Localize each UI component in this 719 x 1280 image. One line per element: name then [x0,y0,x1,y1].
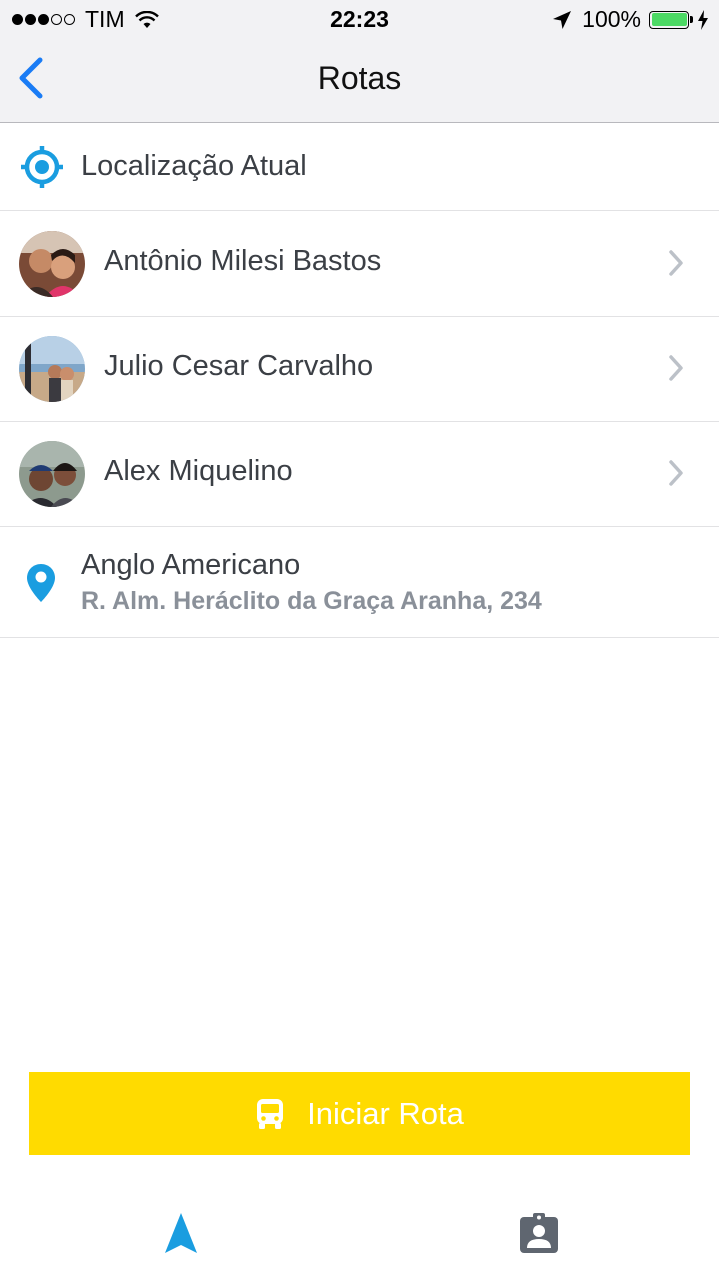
tab-bar [0,1180,719,1280]
start-route-label: Iniciar Rota [307,1095,464,1131]
current-location-label: Localização Atual [81,150,307,182]
passenger-name: Alex Miquelino [104,455,293,487]
destination-name: Anglo Americano [81,549,301,581]
avatar [19,441,85,507]
passenger-row[interactable]: Julio Cesar Carvalho [0,316,719,422]
chevron-right-icon [669,250,683,276]
passenger-row[interactable]: Alex Miquelino [0,421,719,527]
battery-percent: 100% [582,6,641,32]
chevron-right-icon [669,460,683,486]
bus-icon [257,1098,284,1129]
start-route-button[interactable]: Iniciar Rota [29,1072,690,1155]
tab-profile[interactable] [509,1208,569,1258]
status-bar: TIM 22:23 100% [0,0,719,40]
page-title: Rotas [317,60,402,96]
location-services-icon [553,10,572,29]
target-icon [21,146,63,188]
destination-address: R. Alm. Heráclito da Graça Aranha, 234 [81,587,542,615]
navigation-bar: Rotas [0,40,719,123]
tab-navigation[interactable] [151,1208,211,1258]
profile-badge-icon [520,1213,558,1253]
passenger-name: Julio Cesar Carvalho [104,350,374,382]
destination-row[interactable]: Anglo Americano R. Alm. Heráclito da Gra… [0,527,719,638]
navigation-arrow-icon [165,1213,197,1253]
passenger-row[interactable]: Antônio Milesi Bastos [0,211,719,317]
avatar [19,336,85,402]
map-pin-icon [27,564,55,602]
current-location-row[interactable]: Localização Atual [0,123,719,211]
chevron-right-icon [669,355,683,381]
passenger-name: Antônio Milesi Bastos [104,245,382,277]
avatar [19,231,85,297]
battery-icon [649,10,693,29]
charging-bolt-icon [698,9,708,30]
status-right: 100% [552,6,709,33]
